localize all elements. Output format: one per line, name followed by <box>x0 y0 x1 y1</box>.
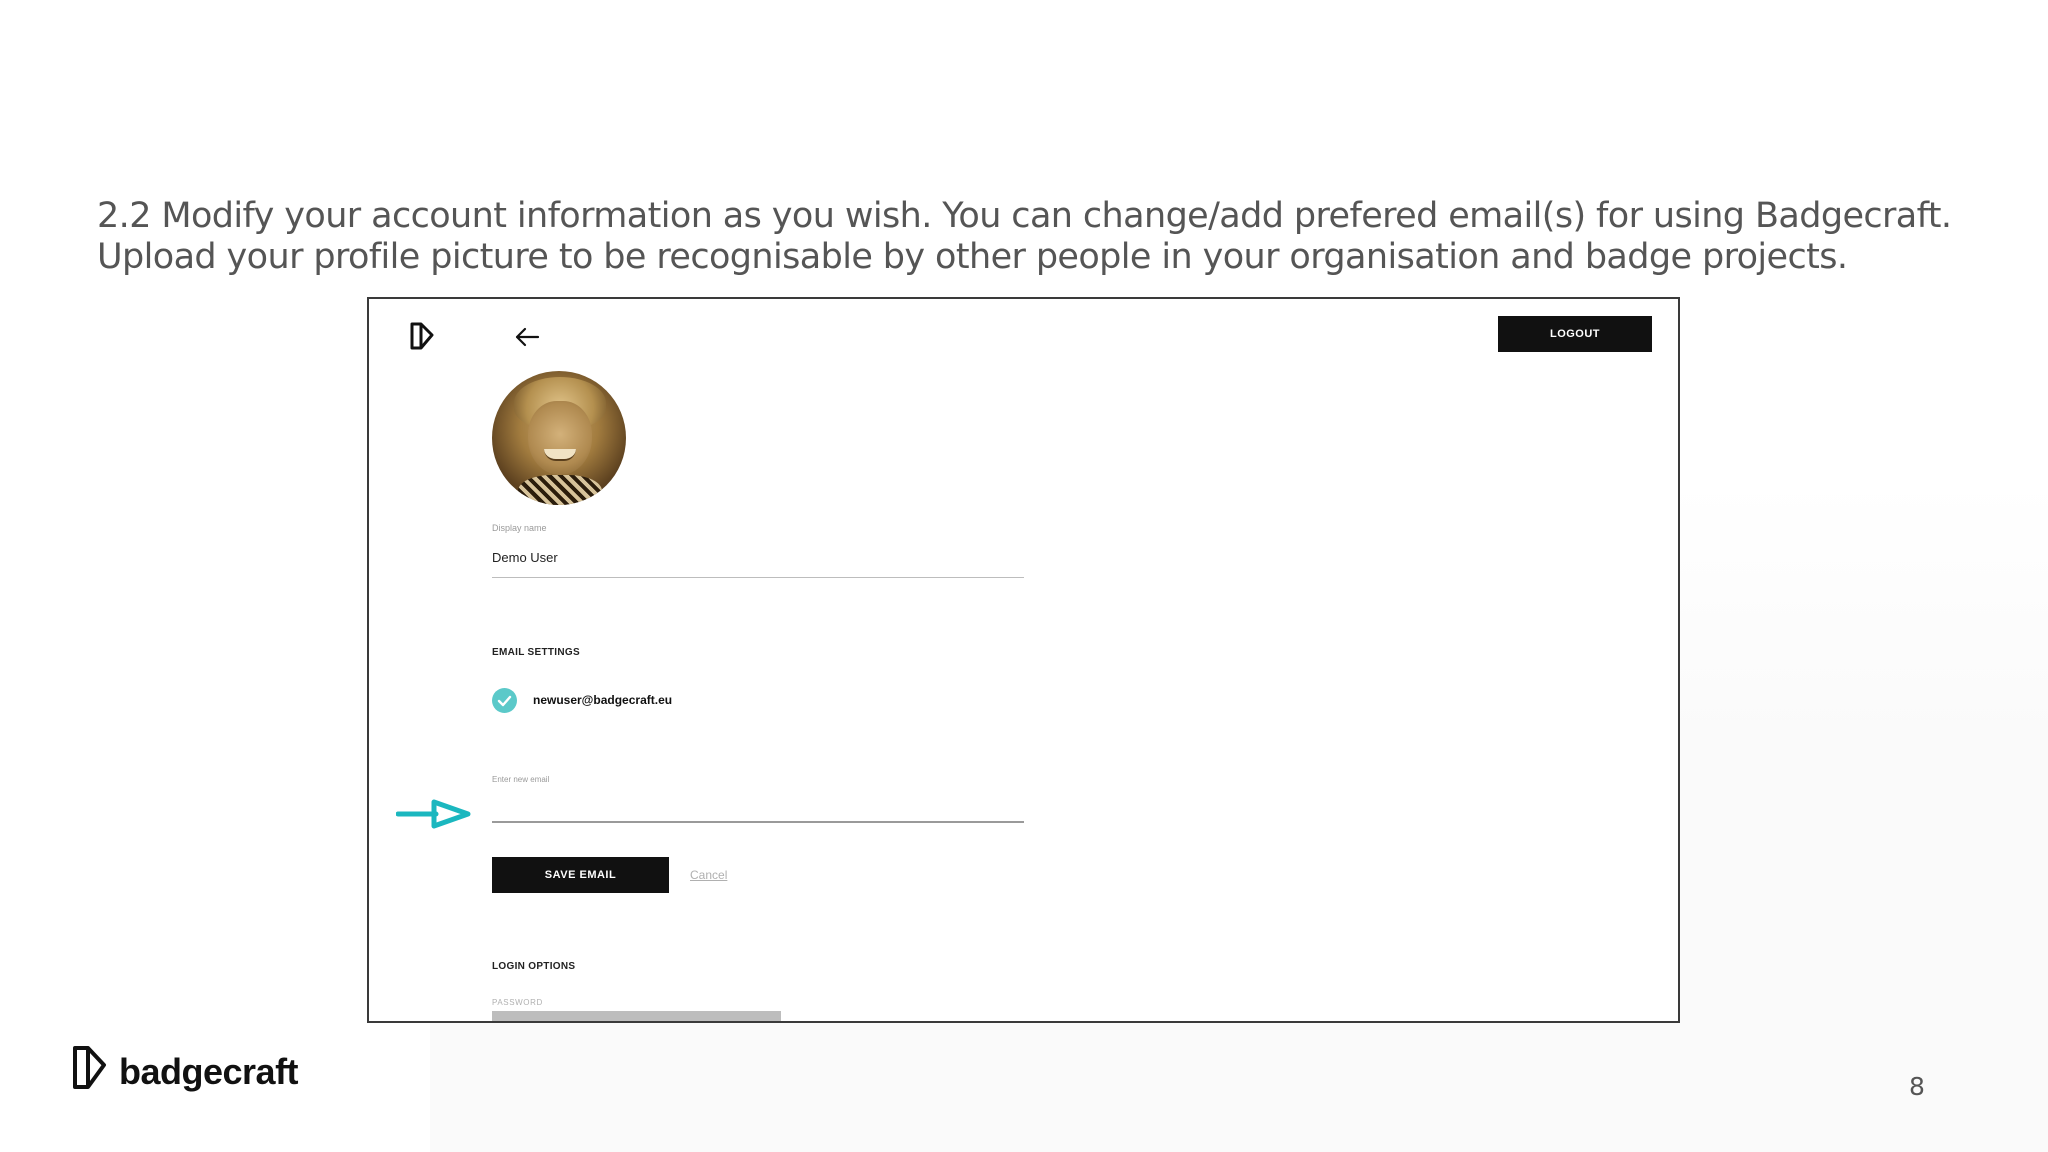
display-name-field[interactable]: Demo User <box>492 550 558 565</box>
pointer-arrow-icon <box>396 799 471 829</box>
login-options-title: LOGIN OPTIONS <box>492 961 576 972</box>
password-label: PASSWORD <box>492 998 543 1007</box>
display-name-label: Display name <box>492 523 547 533</box>
new-email-input[interactable] <box>492 791 1024 823</box>
password-field[interactable] <box>492 1011 781 1021</box>
logout-button[interactable]: LOGOUT <box>1498 316 1652 352</box>
display-name-underline <box>492 577 1024 578</box>
avatar-collar <box>518 475 602 505</box>
brand-name: badgecraft <box>119 1051 299 1092</box>
profile-avatar[interactable] <box>492 371 626 505</box>
email-settings-title: EMAIL SETTINGS <box>492 647 580 658</box>
save-email-button[interactable]: SAVE EMAIL <box>492 857 669 893</box>
cancel-link[interactable]: Cancel <box>690 868 727 882</box>
badgecraft-logo-icon <box>73 1046 106 1089</box>
instruction-text: 2.2 Modify your account information as y… <box>97 196 1952 277</box>
avatar-face <box>528 401 592 475</box>
checkmark-icon <box>492 688 517 713</box>
badgecraft-logo-icon[interactable] <box>409 321 435 351</box>
back-arrow-icon[interactable] <box>514 325 540 349</box>
app-screenshot-frame: LOGOUT Display name Demo User EMAIL SETT… <box>367 297 1680 1023</box>
verified-email: newuser@badgecraft.eu <box>533 693 673 707</box>
badgecraft-brand: badgecraft <box>72 1043 312 1101</box>
new-email-label: Enter new email <box>492 775 550 784</box>
page-number: 8 <box>1909 1072 1925 1101</box>
